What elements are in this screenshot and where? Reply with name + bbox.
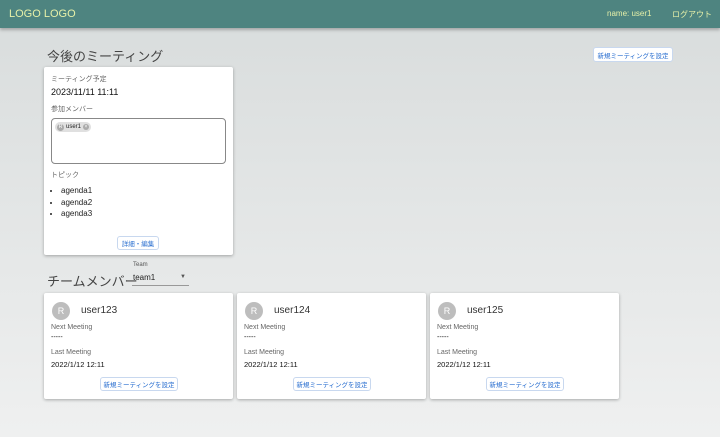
logo[interactable]: LOGO LOGO	[9, 8, 76, 20]
next-meeting-value: -----	[51, 334, 63, 341]
member-card: R user125 Next Meeting ----- Last Meetin…	[430, 293, 619, 399]
members-input[interactable]: R user1 ×	[51, 118, 226, 164]
team-select[interactable]: Team team1 ▼	[132, 262, 189, 286]
member-name: user124	[274, 305, 311, 316]
meeting-card: ミーティング予定 2023/11/11 11:11 参加メンバー R user1…	[44, 67, 233, 255]
team-title: チームメンバー	[47, 274, 138, 289]
schedule-label: ミーティング予定	[51, 76, 107, 83]
chip-label: user1	[66, 124, 82, 130]
user-name: name: user1	[607, 9, 652, 18]
last-meeting-label: Last Meeting	[51, 349, 92, 356]
topic-item: agenda2	[61, 197, 92, 209]
member-name: user123	[81, 305, 118, 316]
topic-item: agenda1	[61, 185, 92, 197]
new-meeting-button[interactable]: 新規ミーティングを設定	[593, 47, 673, 62]
last-meeting-value: 2022/1/12 12:11	[437, 360, 491, 369]
upcoming-title: 今後のミーティング	[47, 49, 164, 64]
chip-remove-icon[interactable]: ×	[83, 124, 90, 130]
meeting-datetime: 2023/11/11 11:11	[51, 87, 119, 97]
avatar: R	[52, 302, 70, 320]
edit-button[interactable]: 詳細・編集	[117, 236, 159, 250]
members-label: 参加メンバー	[51, 106, 93, 113]
team-select-label: Team	[133, 262, 148, 268]
next-meeting-label: Next Meeting	[51, 324, 93, 331]
chevron-down-icon: ▼	[180, 274, 186, 280]
avatar: R	[438, 302, 456, 320]
next-meeting-value: -----	[244, 334, 256, 341]
last-meeting-label: Last Meeting	[437, 349, 478, 356]
last-meeting-value: 2022/1/12 12:11	[244, 360, 298, 369]
last-meeting-value: 2022/1/12 12:11	[51, 360, 105, 369]
member-card: R user123 Next Meeting ----- Last Meetin…	[44, 293, 233, 399]
new-meeting-button[interactable]: 新規ミーティングを設定	[486, 377, 564, 391]
team-select-value: team1	[133, 273, 156, 282]
member-name: user125	[467, 305, 504, 316]
next-meeting-label: Next Meeting	[437, 324, 479, 331]
app-header: LOGO LOGO name: user1 ログアウト	[0, 0, 720, 28]
member-chip[interactable]: R user1 ×	[55, 122, 92, 132]
next-meeting-label: Next Meeting	[244, 324, 286, 331]
member-card: R user124 Next Meeting ----- Last Meetin…	[237, 293, 426, 399]
avatar: R	[245, 302, 263, 320]
new-meeting-button[interactable]: 新規ミーティングを設定	[293, 377, 371, 391]
logout-link[interactable]: ログアウト	[672, 9, 712, 20]
new-meeting-button[interactable]: 新規ミーティングを設定	[100, 377, 178, 391]
next-meeting-value: -----	[437, 334, 449, 341]
last-meeting-label: Last Meeting	[244, 349, 285, 356]
topic-item: agenda3	[61, 208, 92, 220]
chip-avatar: R	[57, 123, 64, 131]
topic-list: agenda1 agenda2 agenda3	[61, 185, 92, 220]
topics-label: トピック	[51, 172, 79, 179]
